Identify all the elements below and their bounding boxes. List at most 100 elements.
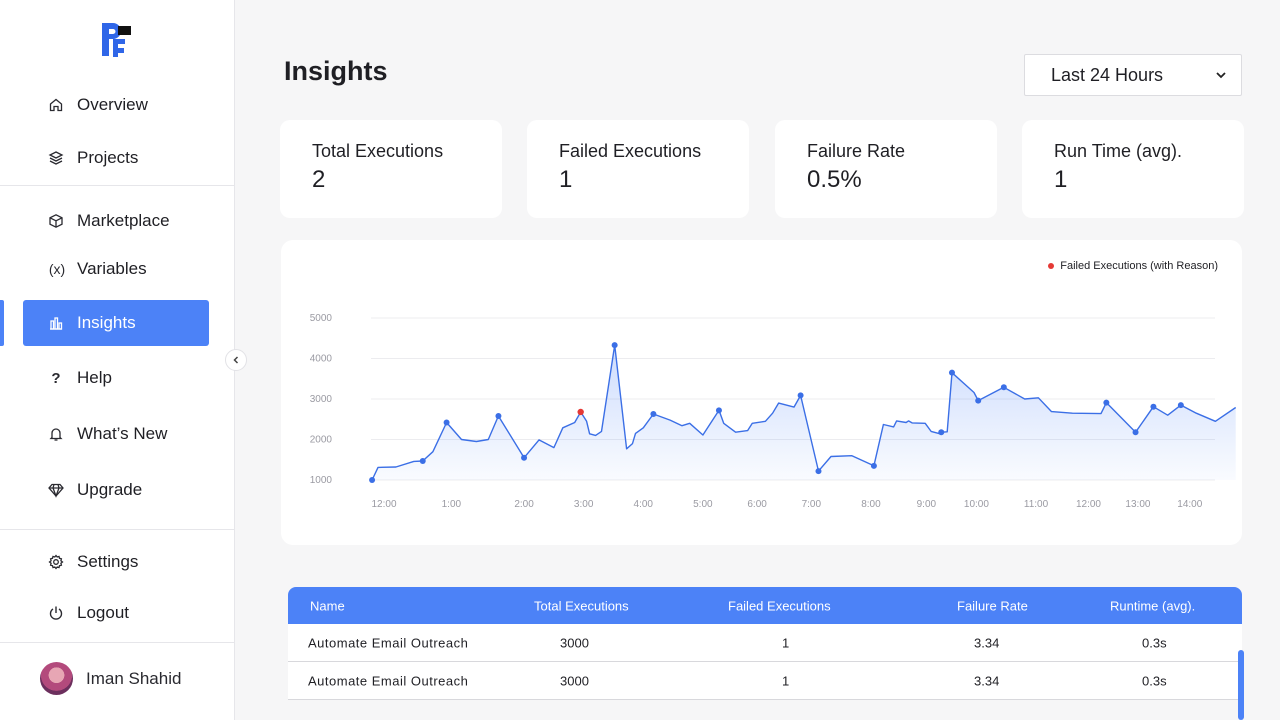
series-area [372, 345, 1236, 480]
x-tick-label: 12:00 [1076, 499, 1101, 510]
data-point [369, 477, 376, 483]
cell-name: Automate Email Outreach [308, 635, 469, 650]
sidebar-item-projects[interactable]: Projects [23, 135, 209, 181]
cell-failed-executions: 1 [782, 673, 790, 688]
home-icon [47, 96, 65, 114]
data-point [495, 413, 502, 420]
data-point [1132, 429, 1139, 436]
gear-icon [47, 553, 65, 571]
sidebar-item-insights[interactable]: Insights [23, 300, 209, 346]
data-point [1000, 384, 1007, 391]
x-tick-label: 9:00 [917, 499, 937, 510]
chart-legend: Failed Executions (with Reason) [1048, 260, 1218, 272]
y-tick-label: 5000 [310, 313, 333, 324]
executions-chart-card: 5000 4000 3000 2000 1000 12:00 1:00 2:00 3:00 4:0… [281, 240, 1242, 545]
logo[interactable] [97, 20, 137, 60]
column-header-failed-executions[interactable]: Failed Executions [728, 598, 831, 613]
page-title: Insights [284, 56, 388, 86]
time-range-select[interactable]: Last 24 Hours [1024, 54, 1242, 96]
legend-label: Failed Executions (with Reason) [1060, 260, 1218, 272]
executions-chart: 5000 4000 3000 2000 1000 12:00 1:00 2:00 3:00 4:0… [310, 313, 1237, 510]
bar-chart-icon [47, 314, 65, 332]
sidebar-item-upgrade[interactable]: Upgrade [23, 467, 209, 513]
data-point [797, 392, 804, 399]
cell-total-executions: 3000 [560, 635, 589, 650]
avatar[interactable] [40, 662, 73, 695]
x-tick-label: 14:00 [1177, 499, 1202, 510]
cell-failure-rate: 3.34 [974, 635, 1000, 650]
stat-card-run-time: Run Time (avg). 1 [1022, 120, 1244, 218]
question-glyph: ? [51, 369, 61, 387]
sidebar-item-label: Logout [77, 603, 129, 622]
data-point [1150, 403, 1157, 410]
x-tick-label: 12:00 [371, 499, 396, 510]
cell-name: Automate Email Outreach [308, 673, 469, 688]
layers-icon [47, 149, 65, 167]
sidebar-item-label: Projects [77, 148, 139, 167]
user-profile[interactable]: Iman Shahid [40, 662, 181, 695]
sidebar-item-help[interactable]: ? Help [23, 355, 209, 401]
table-scrollbar[interactable] [1238, 650, 1244, 720]
cell-runtime: 0.3s [1142, 635, 1167, 650]
stat-value: 1 [1054, 166, 1068, 193]
column-header-failure-rate[interactable]: Failure Rate [957, 598, 1028, 613]
divider [0, 185, 235, 186]
data-point [443, 419, 450, 426]
sidebar-item-marketplace[interactable]: Marketplace [23, 198, 209, 244]
data-point-peak [611, 342, 618, 349]
x-tick-label: 11:00 [1024, 499, 1049, 510]
sidebar-item-label: Overview [77, 95, 148, 114]
bell-icon [47, 425, 65, 443]
x-tick-label: 13:00 [1125, 499, 1150, 510]
sidebar-item-whats-new[interactable]: What’s New [23, 411, 209, 457]
column-header-runtime[interactable]: Runtime (avg). [1110, 598, 1195, 613]
sidebar-item-logout[interactable]: Logout [23, 590, 209, 636]
data-point [938, 429, 945, 436]
sidebar-item-variables[interactable]: (x) Variables [23, 246, 209, 292]
sidebar-item-label: Upgrade [77, 480, 143, 499]
divider [0, 529, 235, 530]
cell-runtime: 0.3s [1142, 673, 1167, 688]
x-tick-label: 3:00 [574, 499, 594, 510]
collapse-sidebar-button[interactable] [225, 349, 247, 371]
column-header-name[interactable]: Name [310, 598, 345, 613]
legend-dot [1048, 263, 1055, 269]
data-point [1103, 399, 1110, 406]
x-tick-label: 10:00 [964, 499, 989, 510]
workflows-table: Name Total Executions Failed Executions … [288, 587, 1242, 700]
table-row[interactable]: Automate Email Outreach 3000 1 3.34 0.3s [288, 662, 1242, 700]
table-row[interactable]: Automate Email Outreach 3000 1 3.34 0.3s [288, 624, 1242, 662]
cell-failure-rate: 3.34 [974, 673, 1000, 688]
chevron-down-icon [1216, 72, 1226, 79]
sidebar-item-label: Marketplace [77, 211, 170, 230]
question-icon: ? [47, 369, 65, 387]
diamond-icon [47, 481, 65, 499]
sidebar-item-settings[interactable]: Settings [23, 539, 209, 585]
sidebar-item-overview[interactable]: Overview [23, 82, 209, 128]
divider [0, 642, 235, 643]
data-point [715, 407, 722, 414]
x-tick-label: 4:00 [634, 499, 654, 510]
data-point [815, 468, 822, 475]
data-point [419, 457, 426, 464]
box-icon [47, 212, 65, 230]
active-indicator [0, 300, 4, 346]
data-point [870, 462, 877, 469]
data-point [948, 369, 955, 376]
stat-card-failure-rate: Failure Rate 0.5% [775, 120, 997, 218]
sidebar-item-label: What’s New [77, 424, 168, 443]
stat-label: Run Time (avg). [1054, 141, 1183, 161]
x-tick-label: 1:00 [442, 499, 462, 510]
cell-failed-executions: 1 [782, 635, 790, 650]
user-name: Iman Shahid [86, 668, 182, 688]
stat-label: Total Executions [312, 141, 444, 161]
failed-data-point [577, 408, 584, 416]
sidebar: Overview Projects Marketplace (x) Variab… [0, 0, 235, 720]
y-tick-label: 2000 [310, 435, 333, 446]
sidebar-item-label: Insights [77, 313, 136, 332]
sidebar-item-label: Variables [77, 259, 147, 278]
stat-label: Failure Rate [807, 141, 906, 161]
x-tick-label: 7:00 [802, 499, 822, 510]
column-header-total-executions[interactable]: Total Executions [534, 598, 629, 613]
stat-value: 1 [559, 166, 573, 193]
